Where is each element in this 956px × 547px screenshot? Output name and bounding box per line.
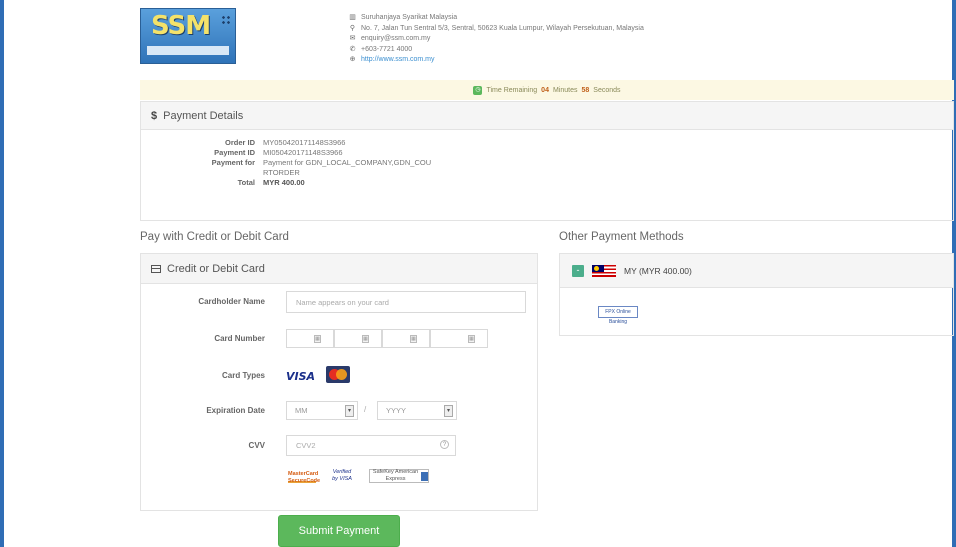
location-icon: ⚲	[349, 24, 356, 32]
logo-lettering: SSM	[151, 11, 211, 41]
contact-org: ▥ Suruhanjaya Syarikat Malaysia	[349, 13, 644, 24]
dollar-icon: $	[151, 109, 158, 122]
card-digits-icon: ▦	[314, 335, 321, 343]
other-methods-title: Other Payment Methods	[559, 231, 684, 243]
card-panel-title: Credit or Debit Card	[167, 262, 265, 275]
timer-minutes: 04	[541, 86, 549, 94]
card-number-part-3[interactable]: ▦	[382, 329, 430, 348]
total-label: Total	[237, 178, 255, 187]
other-methods-panel: - MY (MYR 400.00) FPX Online Banking	[559, 253, 954, 336]
amex-logo-icon	[421, 471, 428, 481]
time-remaining-bar: ◷ Time Remaining 04 Minutes 58 Seconds	[140, 80, 954, 100]
globe-icon: ⊕	[349, 56, 356, 63]
card-section-title: Pay with Credit or Debit Card	[140, 231, 289, 243]
contact-phone: ✆ +603-7721 4000	[349, 45, 644, 56]
payment-for-value: Payment for GDN_LOCAL_COMPANY,GDN_COURTO…	[263, 158, 432, 177]
mastercard-securecode-badge: MasterCard SecureCode	[288, 471, 321, 484]
ssm-logo: SSM	[140, 8, 236, 64]
card-panel-heading: Credit or Debit Card	[141, 254, 537, 284]
timer-seconds-label: Seconds	[593, 86, 621, 94]
payment-for-label: Payment for	[211, 158, 255, 167]
card-digits-icon: ▦	[410, 335, 417, 343]
other-methods-heading[interactable]: - MY (MYR 400.00)	[560, 254, 953, 288]
detail-row-total: Total MYR 400.00	[141, 178, 493, 188]
clock-icon: ◷	[473, 85, 483, 95]
cvv-placeholder: CVV2	[296, 441, 316, 450]
contact-info: ▥ Suruhanjaya Syarikat Malaysia ⚲ No. 7,…	[349, 13, 644, 66]
card-number-part-1[interactable]: ▦	[286, 329, 334, 348]
info-icon[interactable]: ?	[440, 440, 449, 449]
contact-website[interactable]: ⊕ http://www.ssm.com.my	[349, 55, 644, 66]
card-number-part-4[interactable]: ▦	[430, 329, 488, 348]
country-currency-label: MY (MYR 400.00)	[624, 265, 692, 276]
contact-email: ✉ enquiry@ssm.com.my	[349, 34, 644, 45]
fpx-online-banking-button[interactable]: FPX Online Banking	[598, 306, 638, 325]
payment-id-value: MI050420171148S3966	[263, 148, 343, 157]
expiry-year-value: YYYY	[386, 406, 407, 415]
mastercard-logo	[326, 366, 350, 383]
contact-address: ⚲ No. 7, Jalan Tun Sentral 5/3, Sentral,…	[349, 24, 644, 35]
org-name: Suruhanjaya Syarikat Malaysia	[361, 14, 458, 21]
card-number-part-2[interactable]: ▦	[334, 329, 382, 348]
timer-minutes-label: Minutes	[552, 86, 578, 94]
website-link[interactable]: http://www.ssm.com.my	[361, 55, 435, 66]
date-separator: /	[364, 405, 367, 414]
expiry-year-select[interactable]: YYYY ▾	[377, 401, 457, 420]
amex-safekey-badge: SafeKey American Express	[369, 469, 429, 483]
cvv-label: CVV	[248, 441, 265, 450]
building-icon: ▥	[349, 14, 356, 21]
payment-details-panel: $ Payment Details Order ID MY05042017114…	[140, 101, 954, 221]
card-digits-icon: ▦	[362, 335, 369, 343]
amex-safekey-text: SafeKey American Express	[372, 469, 419, 482]
credit-card-icon	[151, 264, 161, 273]
window-border-left	[0, 0, 4, 547]
order-id-label: Order ID	[224, 138, 255, 147]
mail-icon: ✉	[349, 35, 356, 42]
order-id-value: MY050420171148S3966	[263, 138, 346, 147]
payment-id-label: Payment ID	[214, 148, 255, 157]
total-value: MYR 400.00	[263, 178, 305, 187]
card-types-label: Card Types	[222, 371, 265, 380]
submit-payment-button[interactable]: Submit Payment	[278, 515, 400, 547]
card-number-label: Card Number	[214, 334, 265, 343]
cardholder-placeholder: Name appears on your card	[296, 297, 389, 307]
expiry-month-value: MM	[295, 406, 308, 415]
payment-details-heading: $ Payment Details	[141, 102, 953, 130]
cvv-input[interactable]: CVV2 ?	[286, 435, 456, 456]
logo-strip	[147, 46, 229, 55]
flag-moon	[594, 265, 599, 271]
detail-row-payment-id: Payment ID MI050420171148S3966	[141, 148, 493, 158]
collapse-toggle-icon[interactable]: -	[572, 264, 584, 277]
expiration-date-label: Expiration Date	[206, 406, 265, 415]
phone-icon: ✆	[349, 45, 356, 53]
detail-row-payment-for: Payment for Payment for GDN_LOCAL_COMPAN…	[141, 158, 493, 178]
malaysia-flag-icon	[592, 264, 616, 277]
payment-details-title: Payment Details	[163, 109, 244, 122]
cardholder-name-label: Cardholder Name	[198, 297, 265, 306]
card-digits-icon: ▦	[468, 335, 475, 343]
chevron-down-icon: ▾	[444, 405, 453, 417]
visa-logo: VISA	[286, 370, 316, 383]
expiry-month-select[interactable]: MM ▾	[286, 401, 358, 420]
phone-text: +603-7721 4000	[361, 45, 413, 53]
cardholder-name-input[interactable]: Name appears on your card	[286, 291, 526, 313]
email-text: enquiry@ssm.com.my	[361, 35, 431, 42]
timer-label: Time Remaining	[486, 86, 538, 94]
verified-by-visa-badge: Verified by VISA	[332, 469, 352, 482]
address-text: No. 7, Jalan Tun Sentral 5/3, Sentral, 5…	[361, 24, 644, 32]
payment-details-list: Order ID MY050420171148S3966 Payment ID …	[141, 138, 493, 188]
detail-row-order-id: Order ID MY050420171148S3966	[141, 138, 493, 148]
logo-dots	[221, 15, 231, 25]
mastercard-orange-circle	[336, 369, 347, 380]
chevron-down-icon: ▾	[345, 405, 354, 417]
timer-seconds: 58	[581, 86, 590, 94]
